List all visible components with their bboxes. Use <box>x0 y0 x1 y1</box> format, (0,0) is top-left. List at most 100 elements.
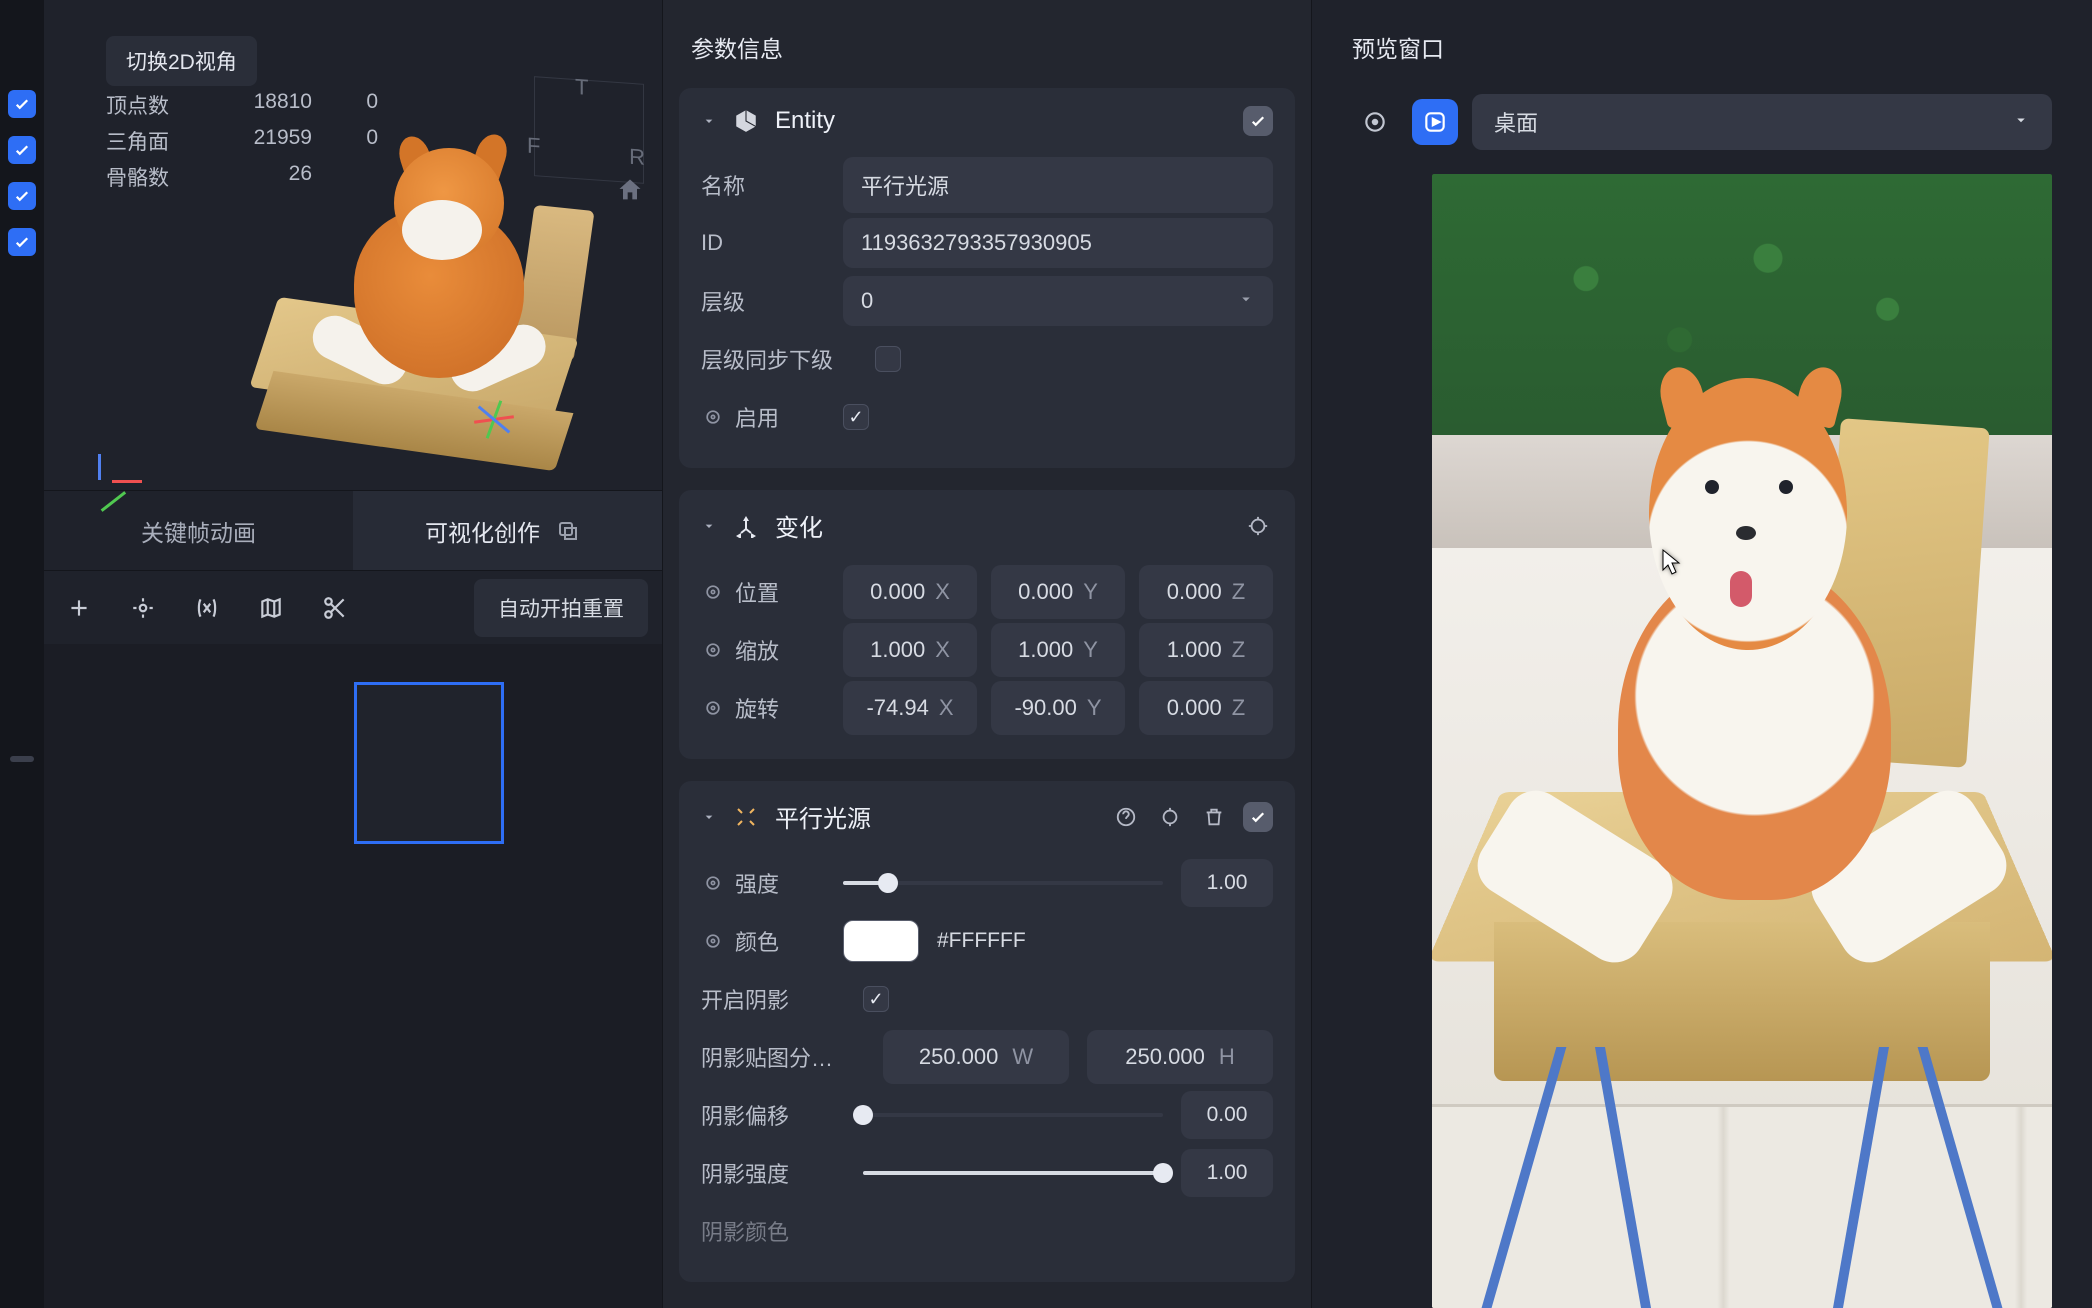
axis-w-suffix: W <box>1012 1044 1033 1070</box>
device-select[interactable]: 桌面 <box>1472 94 2052 150</box>
scale-x-input[interactable]: 1.000X <box>843 623 977 677</box>
orient-right: R <box>629 144 645 171</box>
tab-visual-label: 可视化创作 <box>425 514 540 548</box>
scene-viewport[interactable]: 切换2D视角 顶点数 18810 0 三角面 21959 0 骨骼数 26 <box>44 0 662 490</box>
timeline-selected-frame[interactable] <box>354 682 504 844</box>
axis-y-suffix: Y <box>1087 695 1102 721</box>
rotation-z-input[interactable]: 0.000Z <box>1139 681 1273 735</box>
scissors-icon[interactable] <box>314 587 356 629</box>
layer-toggle-2[interactable] <box>8 136 36 164</box>
shadow-bias-slider[interactable] <box>863 1113 1163 1117</box>
entity-enabled-chip[interactable] <box>1243 106 1273 136</box>
tab-visual-author[interactable]: 可视化创作 <box>353 491 662 570</box>
axis-x-suffix: X <box>939 695 954 721</box>
variable-icon[interactable] <box>186 587 228 629</box>
device-select-value: 桌面 <box>1494 106 1538 138</box>
position-x-value: 0.000 <box>870 579 925 605</box>
axis-h-suffix: H <box>1219 1044 1235 1070</box>
scale-label: 缩放 <box>735 634 779 666</box>
stat-bones-label: 骨骼数 <box>106 162 186 192</box>
shadow-bias-label: 阴影偏移 <box>701 1099 789 1131</box>
shadow-map-w-input[interactable]: 250.000W <box>883 1030 1069 1084</box>
axis-x-suffix: X <box>935 579 950 605</box>
target-icon <box>701 871 725 895</box>
add-icon[interactable] <box>58 587 100 629</box>
target-icon <box>701 638 725 662</box>
stat-vertices-label: 顶点数 <box>106 90 186 120</box>
entity-enabled-checkbox[interactable] <box>843 404 869 430</box>
position-x-input[interactable]: 0.000 X <box>843 565 977 619</box>
scene-illustration <box>224 88 594 468</box>
scale-x-value: 1.000 <box>870 637 925 663</box>
entity-layer-label: 层级 <box>701 285 745 317</box>
entity-layer-value: 0 <box>861 288 873 314</box>
center-icon[interactable] <box>122 587 164 629</box>
shadow-bias-value-input[interactable]: 0.00 <box>1181 1091 1273 1139</box>
timeline-area[interactable] <box>44 644 662 1308</box>
rotation-y-input[interactable]: -90.00Y <box>991 681 1125 735</box>
entity-id-input[interactable]: 1193632793357930905 <box>843 218 1273 268</box>
auto-record-reset-button[interactable]: 自动开拍重置 <box>474 579 648 637</box>
intensity-value-input[interactable]: 1.00 <box>1181 859 1273 907</box>
transform-panel: 变化 位置 0.000X 0.000Y 0.000Z 缩放 1.000X 1.0… <box>679 490 1295 759</box>
position-y-input[interactable]: 0.000Y <box>991 565 1125 619</box>
chevron-down-icon <box>2012 109 2030 135</box>
target-icon <box>701 405 725 429</box>
entity-layer-select[interactable]: 0 <box>843 276 1273 326</box>
position-z-input[interactable]: 0.000 Z <box>1139 565 1273 619</box>
chevron-down-icon[interactable] <box>701 113 717 129</box>
transform-gizmo-icon[interactable] <box>464 388 524 448</box>
scale-z-value: 1.000 <box>1167 637 1222 663</box>
map-icon[interactable] <box>250 587 292 629</box>
position-z-value: 0.000 <box>1167 579 1222 605</box>
left-checkbox-strip <box>0 0 44 1308</box>
scale-y-value: 1.000 <box>1018 637 1073 663</box>
animation-toolbar: 自动开拍重置 <box>44 570 662 644</box>
entity-name-input[interactable]: 平行光源 <box>843 157 1273 213</box>
trash-icon[interactable] <box>1199 802 1229 832</box>
light-enabled-chip[interactable] <box>1243 802 1273 832</box>
axis-z-suffix: Z <box>1232 579 1245 605</box>
chevron-down-icon[interactable] <box>701 518 717 534</box>
tab-keyframe[interactable]: 关键帧动画 <box>44 491 353 570</box>
entity-sync-checkbox[interactable] <box>875 346 901 372</box>
entity-id-value: 1193632793357930905 <box>861 230 1092 256</box>
color-swatch[interactable] <box>843 920 919 962</box>
shadow-enable-checkbox[interactable] <box>863 986 889 1012</box>
color-hex-value: #FFFFFF <box>937 929 1026 953</box>
play-mode-icon[interactable] <box>1412 99 1458 145</box>
scale-y-input[interactable]: 1.000Y <box>991 623 1125 677</box>
intensity-slider[interactable] <box>843 881 1163 885</box>
shadow-map-h-value: 250.000 <box>1125 1044 1205 1070</box>
reset-target-icon[interactable] <box>1243 511 1273 541</box>
target-mode-icon[interactable] <box>1352 99 1398 145</box>
stat-tris-label: 三角面 <box>106 126 186 156</box>
light-icon <box>731 802 761 832</box>
scale-z-input[interactable]: 1.000Z <box>1139 623 1273 677</box>
rotation-x-input[interactable]: -74.94X <box>843 681 977 735</box>
chevron-down-icon[interactable] <box>701 809 717 825</box>
shadow-map-h-input[interactable]: 250.000 H <box>1087 1030 1273 1084</box>
entity-id-label: ID <box>701 230 723 256</box>
entity-sync-label: 层级同步下级 <box>701 343 833 375</box>
layer-toggle-4[interactable] <box>8 228 36 256</box>
shadow-strength-label: 阴影强度 <box>701 1157 789 1189</box>
light-title: 平行光源 <box>775 799 871 834</box>
preview-render[interactable] <box>1432 174 2052 1308</box>
switch-2d-button[interactable]: 切换2D视角 <box>106 36 257 86</box>
params-panel-title: 参数信息 <box>663 0 1311 88</box>
divider <box>10 756 34 762</box>
rotation-label: 旋转 <box>735 692 779 724</box>
axis-y-suffix: Y <box>1083 579 1098 605</box>
entity-enabled-label: 启用 <box>735 401 779 433</box>
help-icon[interactable] <box>1111 802 1141 832</box>
shadow-strength-slider[interactable] <box>863 1171 1163 1175</box>
layer-toggle-1[interactable] <box>8 90 36 118</box>
entity-panel: Entity 名称 平行光源 ID 1193632793357930905 层级… <box>679 88 1295 468</box>
popout-icon[interactable] <box>556 519 590 543</box>
axis-z-suffix: Z <box>1232 695 1245 721</box>
reset-target-icon[interactable] <box>1155 802 1185 832</box>
shadow-strength-value-input[interactable]: 1.00 <box>1181 1149 1273 1197</box>
layer-toggle-3[interactable] <box>8 182 36 210</box>
home-view-icon[interactable] <box>616 176 644 210</box>
